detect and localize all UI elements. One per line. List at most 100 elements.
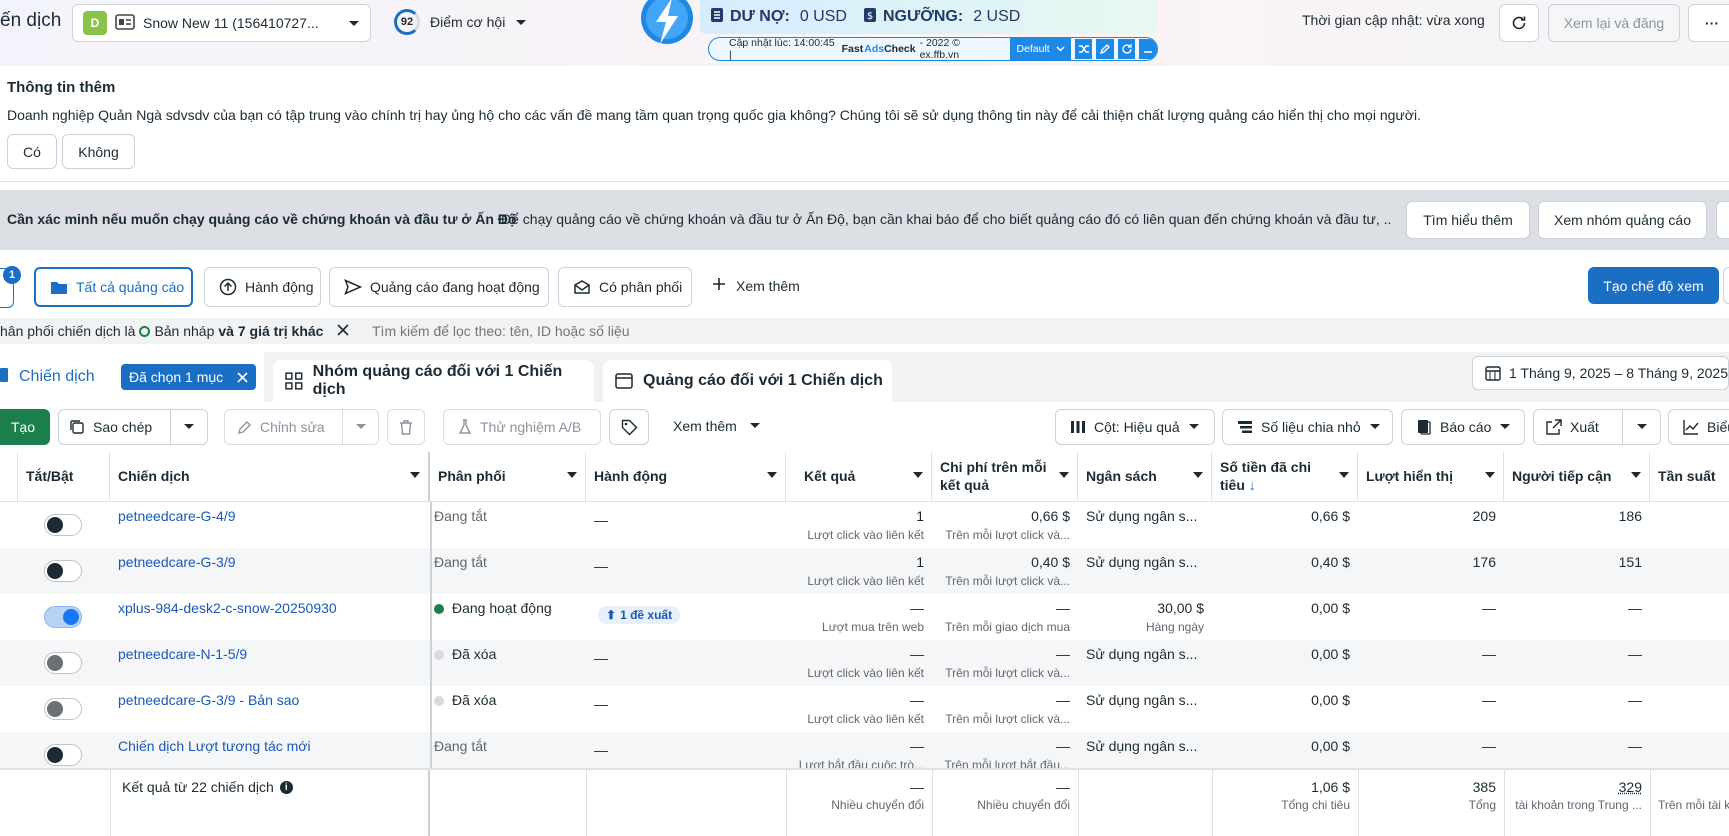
row-campaign-name[interactable]: Chiến dịch Lượt tương tác mới xyxy=(118,738,423,754)
row-toggle[interactable] xyxy=(44,744,82,766)
header-amount-spent[interactable]: Số tiền đã chi tiêu ↓ xyxy=(1212,452,1358,502)
yes-button[interactable]: Có xyxy=(7,134,57,169)
row-campaign-name[interactable]: petneedcare-G-3/9 - Bản sao xyxy=(118,692,423,708)
reports-button[interactable]: Báo cáo xyxy=(1401,409,1525,445)
table-row[interactable]: xplus-984-desk2-c-snow-20250930 Đang hoạt… xyxy=(0,594,1729,640)
close-icon[interactable] xyxy=(337,323,350,339)
sort-down-arrow-icon: ↓ xyxy=(1248,477,1256,493)
table-row[interactable]: petneedcare-G-3/9 - Bản sao Đã xóa — — Lượt … xyxy=(0,686,1729,732)
row-toggle[interactable] xyxy=(44,698,82,720)
footer-summary: Kết quả từ 22 chiến dịch i xyxy=(122,779,293,795)
tab-all-ads[interactable]: Tất cả quảng cáo xyxy=(34,267,193,307)
preset-select[interactable]: Default xyxy=(1010,38,1071,60)
view-ad-groups-button[interactable]: Xem nhóm quảng cáo xyxy=(1538,201,1707,239)
tab-ads[interactable]: Quảng cáo đối với 1 Chiến dịch xyxy=(603,360,892,402)
selected-chip-label: Đã chọn 1 mục xyxy=(129,369,224,385)
selected-chip[interactable]: Đã chọn 1 mục xyxy=(121,364,257,390)
row-impressions: 209 xyxy=(1472,508,1496,524)
edit-dropdown[interactable] xyxy=(343,423,378,431)
minimize-icon[interactable] xyxy=(1139,39,1157,59)
create-button[interactable]: Tạo xyxy=(0,409,50,445)
create-view-extra[interactable] xyxy=(1723,267,1729,304)
tab-actions[interactable]: Hành động xyxy=(204,267,321,307)
header-frequency[interactable]: Tần suất xyxy=(1650,452,1729,502)
filter-search-input[interactable] xyxy=(372,318,1272,344)
notice-extra-button[interactable] xyxy=(1716,201,1729,239)
no-button[interactable]: Không xyxy=(62,134,135,169)
row-toggle[interactable] xyxy=(44,514,82,536)
table-row[interactable]: petneedcare-G-3/9 Đang tắt — 1 Lượt click và… xyxy=(0,548,1729,594)
filter-chip[interactable]: hân phối chiến dịch là Bản nháp và 7 giá… xyxy=(0,322,350,340)
table-row[interactable]: petneedcare-G-4/9 Đang tắt — 1 Lượt click và… xyxy=(0,502,1729,548)
row-impressions: — xyxy=(1482,600,1496,616)
notice-body: Để chạy quảng cáo về chứng khoán và đầu … xyxy=(501,211,1391,227)
threshold-label: NGƯỠNG: xyxy=(882,8,964,25)
row-campaign-name[interactable]: xplus-984-desk2-c-snow-20250930 xyxy=(118,600,423,616)
tag-button[interactable] xyxy=(609,409,649,445)
date-range-picker[interactable]: 1 Tháng 9, 2025 – 8 Tháng 9, 2025 xyxy=(1472,356,1729,390)
frozen-column-divider xyxy=(430,640,432,686)
create-view-button[interactable]: Tạo chế độ xem xyxy=(1588,267,1719,304)
close-icon[interactable] xyxy=(237,371,248,383)
row-campaign-name[interactable]: petneedcare-G-4/9 xyxy=(118,508,423,524)
header-budget[interactable]: Ngân sách xyxy=(1078,452,1212,502)
row-result-sub: Lượt click vào liên kết xyxy=(807,574,924,588)
toolbar-see-more[interactable]: Xem thêm xyxy=(673,418,761,434)
header-actions[interactable]: Hành động xyxy=(586,452,786,502)
charts-button[interactable]: Biểu xyxy=(1668,409,1729,445)
reports-label: Báo cáo xyxy=(1440,419,1492,435)
more-options-button[interactable]: ··· xyxy=(1688,4,1729,42)
header-results[interactable]: Kết quả xyxy=(786,452,932,502)
campaign-icon xyxy=(0,368,8,382)
tab-campaigns[interactable]: Chiến dịch Đã chọn 1 mục xyxy=(0,352,264,402)
row-action: — xyxy=(594,650,608,666)
info-icon[interactable]: i xyxy=(279,780,293,794)
refresh-button[interactable] xyxy=(1499,4,1539,42)
row-campaign-name[interactable]: petneedcare-G-3/9 xyxy=(118,554,423,570)
row-toggle[interactable] xyxy=(44,560,82,582)
row-toggle[interactable] xyxy=(44,652,82,674)
ab-test-label: Thử nghiệm A/B xyxy=(480,419,582,435)
debt-label: DƯ NỢ: xyxy=(730,8,790,25)
row-toggle[interactable] xyxy=(44,606,82,628)
header-delivery[interactable]: Phân phối xyxy=(430,452,586,502)
learn-more-button[interactable]: Tìm hiểu thêm xyxy=(1406,201,1530,239)
brand-check: Check xyxy=(884,43,916,55)
see-more-filters[interactable]: Xem thêm xyxy=(712,277,800,294)
table-row[interactable]: petneedcare-N-1-5/9 Đã xóa — — Lượt click và… xyxy=(0,640,1729,686)
copy-button[interactable]: Sao chép xyxy=(59,410,171,444)
refresh-icon[interactable] xyxy=(1117,39,1136,59)
header-reach[interactable]: Người tiếp cận xyxy=(1504,452,1650,502)
shuffle-icon[interactable] xyxy=(1074,39,1093,59)
header-campaign[interactable]: Chiến dịch xyxy=(110,452,430,502)
delete-button[interactable] xyxy=(387,409,425,445)
chevron-down-icon xyxy=(355,424,366,429)
status-dot-icon xyxy=(434,604,444,614)
tag-icon xyxy=(621,419,637,435)
header-cost-per-result[interactable]: Chi phí trên mỗi kết quả xyxy=(932,452,1078,502)
edit-label: Chỉnh sửa xyxy=(260,419,325,435)
tab-delivery[interactable]: Có phân phối xyxy=(558,267,692,307)
export-button[interactable]: Xuất xyxy=(1534,410,1623,444)
row-campaign-name[interactable]: petneedcare-N-1-5/9 xyxy=(118,646,423,662)
breakdown-button[interactable]: Số liệu chia nhỏ xyxy=(1222,409,1393,445)
opportunity-score[interactable]: 92 Điểm cơ hội xyxy=(394,9,527,35)
ad-icon xyxy=(615,373,633,389)
copy-dropdown[interactable] xyxy=(171,423,207,431)
select-all-header[interactable] xyxy=(0,452,18,502)
edit-button[interactable]: Chỉnh sửa xyxy=(225,410,343,444)
footer-divider xyxy=(1650,770,1651,836)
export-dropdown[interactable] xyxy=(1623,423,1660,431)
row-reach: — xyxy=(1628,600,1642,616)
row-cpr: — xyxy=(1056,646,1070,662)
header-impressions[interactable]: Lượt hiển thị xyxy=(1358,452,1504,502)
account-selector[interactable]: D Snow New 11 (156410727... xyxy=(72,4,371,42)
columns-button[interactable]: Cột: Hiệu quả xyxy=(1055,409,1215,445)
tab-active-ads[interactable]: Quảng cáo đang hoạt động xyxy=(329,267,549,307)
footer-summary-label: Kết quả từ 22 chiến dịch xyxy=(122,779,274,795)
edit-icon[interactable] xyxy=(1096,39,1114,59)
row-action[interactable]: ⬆ 1 đề xuất xyxy=(598,606,681,624)
ab-test-button[interactable]: Thử nghiệm A/B xyxy=(443,409,601,445)
tab-adsets[interactable]: Nhóm quảng cáo đối với 1 Chiến dịch xyxy=(273,360,594,402)
review-publish-button[interactable]: Xem lại và đăng xyxy=(1548,4,1680,42)
